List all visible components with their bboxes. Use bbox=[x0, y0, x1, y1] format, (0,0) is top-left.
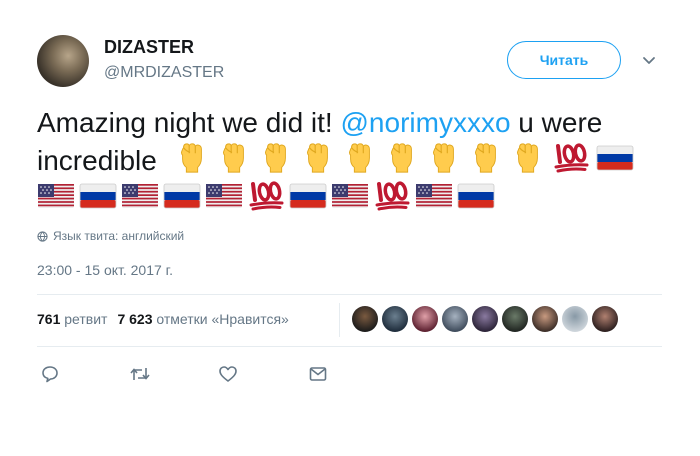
raised-fist-emoji bbox=[433, 143, 454, 173]
retweet-button[interactable] bbox=[129, 363, 151, 385]
language-note-text: Язык твита: английский bbox=[53, 229, 185, 243]
liker-avatar[interactable] bbox=[532, 306, 558, 332]
retweet-count: 761 bbox=[37, 311, 61, 327]
tweet-text-part1: Amazing night we did it! bbox=[37, 107, 341, 138]
user-handle[interactable]: @MRDIZASTER bbox=[104, 64, 224, 82]
raised-fist-emoji bbox=[349, 143, 370, 173]
raised-fist-emoji bbox=[265, 143, 286, 173]
liker-avatar[interactable] bbox=[352, 306, 378, 332]
hundred-points-emoji bbox=[554, 143, 589, 173]
message-button[interactable] bbox=[307, 363, 329, 385]
raised-fist-emoji bbox=[181, 143, 202, 173]
russia-flag-emoji bbox=[289, 183, 327, 209]
action-bar bbox=[37, 363, 329, 385]
liker-avatar[interactable] bbox=[592, 306, 618, 332]
usa-flag-emoji bbox=[332, 184, 368, 208]
tweet-stats: 761 ретвит 7 623 отметки «Нравится» bbox=[37, 311, 289, 327]
timestamp[interactable]: 23:00 - 15 окт. 2017 г. bbox=[37, 262, 173, 278]
reply-button[interactable] bbox=[39, 363, 61, 385]
user-name[interactable]: DIZASTER bbox=[104, 37, 194, 58]
chevron-down-icon[interactable] bbox=[641, 52, 657, 68]
usa-flag-emoji bbox=[38, 184, 74, 208]
follow-button[interactable]: Читать bbox=[507, 41, 621, 79]
russia-flag-emoji bbox=[163, 183, 201, 209]
raised-fist-emoji bbox=[475, 143, 496, 173]
raised-fist-emoji bbox=[223, 143, 244, 173]
reply-icon bbox=[42, 366, 58, 383]
divider bbox=[37, 346, 662, 347]
retweet-icon bbox=[130, 368, 150, 380]
usa-flag-emoji bbox=[416, 184, 452, 208]
usa-flag-emoji bbox=[122, 184, 158, 208]
avatar[interactable] bbox=[37, 35, 89, 87]
mention-link[interactable]: @norimyxxxo bbox=[341, 107, 511, 138]
like-stat[interactable]: 7 623 отметки «Нравится» bbox=[117, 311, 288, 327]
liker-avatar[interactable] bbox=[442, 306, 468, 332]
likers-avatars bbox=[352, 306, 618, 332]
raised-fist-emoji bbox=[391, 143, 412, 173]
divider bbox=[37, 294, 662, 295]
retweet-stat[interactable]: 761 ретвит bbox=[37, 311, 107, 327]
stats-separator bbox=[339, 303, 340, 337]
envelope-icon bbox=[309, 367, 327, 381]
russia-flag-emoji bbox=[79, 183, 117, 209]
like-label: отметки «Нравится» bbox=[156, 311, 289, 327]
liker-avatar[interactable] bbox=[502, 306, 528, 332]
like-count: 7 623 bbox=[117, 311, 153, 327]
liker-avatar[interactable] bbox=[562, 306, 588, 332]
hundred-points-emoji bbox=[375, 181, 410, 211]
liker-avatar[interactable] bbox=[382, 306, 408, 332]
raised-fist-emoji bbox=[307, 143, 328, 173]
emoji-line bbox=[174, 140, 634, 176]
heart-icon bbox=[219, 366, 237, 382]
language-note[interactable]: Язык твита: английский bbox=[37, 229, 184, 243]
retweet-label: ретвит bbox=[64, 311, 108, 327]
russia-flag-emoji bbox=[596, 145, 634, 171]
globe-icon bbox=[37, 230, 48, 242]
liker-avatar[interactable] bbox=[412, 306, 438, 332]
russia-flag-emoji bbox=[457, 183, 495, 209]
raised-fist-emoji bbox=[517, 143, 538, 173]
liker-avatar[interactable] bbox=[472, 306, 498, 332]
usa-flag-emoji bbox=[206, 184, 242, 208]
like-button[interactable] bbox=[217, 363, 239, 385]
emoji-line bbox=[37, 180, 495, 212]
hundred-points-emoji bbox=[249, 181, 284, 211]
